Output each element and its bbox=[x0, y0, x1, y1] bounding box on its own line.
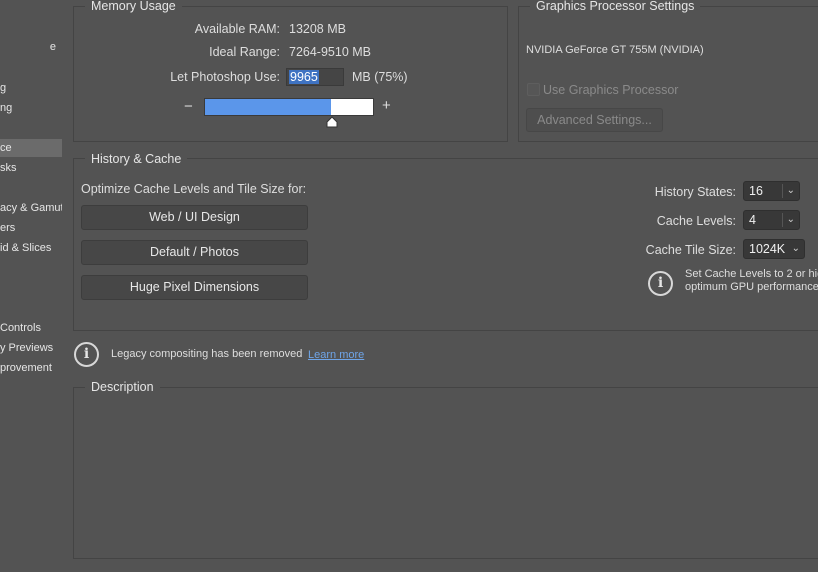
graphics-processor-title: Graphics Processor Settings bbox=[530, 0, 701, 13]
select-divider bbox=[782, 213, 783, 227]
ideal-range-value: 7264-9510 MB bbox=[289, 45, 372, 59]
sidebar-item-label: y Previews bbox=[0, 342, 54, 354]
use-gpu-label: Use Graphics Processor bbox=[543, 83, 679, 97]
ram-amount-input[interactable]: 9965 bbox=[286, 68, 344, 86]
cache-hint-line2: optimum GPU performance. bbox=[685, 281, 818, 293]
sidebar-item[interactable]: ers bbox=[0, 219, 62, 237]
learn-more-link[interactable]: Learn more bbox=[308, 349, 364, 361]
sidebar-item-label: Controls bbox=[0, 322, 41, 334]
cache-tile-size-select[interactable]: 1024K ⌄ bbox=[743, 239, 805, 259]
chevron-down-icon: ⌄ bbox=[791, 243, 800, 254]
sidebar-item-label: provement bbox=[0, 362, 52, 374]
history-cache-title: History & Cache bbox=[85, 152, 188, 166]
history-states-select[interactable]: 16 ⌄ bbox=[743, 181, 800, 201]
advanced-settings-button[interactable]: Advanced Settings... bbox=[526, 108, 663, 132]
sidebar-item-label: ng bbox=[0, 102, 13, 114]
description-panel bbox=[73, 387, 818, 559]
description-title: Description bbox=[85, 380, 160, 394]
chevron-down-icon: ⌄ bbox=[786, 214, 795, 225]
sidebar-item[interactable]: y Previews bbox=[0, 339, 62, 357]
info-icon: i bbox=[648, 271, 673, 296]
sidebar-item-performance[interactable]: ce bbox=[0, 139, 62, 157]
sidebar-item[interactable]: id & Slices bbox=[0, 239, 62, 257]
sidebar-item-label: sks bbox=[0, 162, 17, 174]
default-photos-button[interactable]: Default / Photos bbox=[81, 240, 308, 265]
sidebar-item[interactable]: g bbox=[0, 79, 62, 97]
sidebar-item-label: ce bbox=[0, 142, 12, 154]
sidebar-item[interactable]: sks bbox=[0, 159, 62, 177]
decrease-ram-button[interactable]: − bbox=[184, 98, 193, 115]
available-ram-label: Available RAM: bbox=[194, 22, 280, 36]
increase-ram-button[interactable]: + bbox=[382, 97, 391, 114]
sidebar-item[interactable]: provement bbox=[0, 359, 62, 377]
cache-levels-value: 4 bbox=[749, 213, 756, 227]
optimize-label: Optimize Cache Levels and Tile Size for: bbox=[81, 182, 307, 196]
available-ram-value: 13208 MB bbox=[289, 22, 346, 36]
legacy-compositing-message: Legacy compositing has been removed bbox=[111, 348, 303, 360]
history-states-label: History States: bbox=[654, 185, 736, 199]
memory-usage-title: Memory Usage bbox=[85, 0, 182, 13]
ram-slider[interactable] bbox=[204, 98, 374, 116]
history-states-value: 16 bbox=[749, 184, 763, 198]
ram-slider-fill bbox=[205, 99, 331, 115]
select-divider bbox=[782, 184, 783, 198]
info-icon: i bbox=[74, 342, 99, 367]
sidebar-item[interactable]: e bbox=[0, 38, 62, 56]
sidebar-item-label: g bbox=[0, 82, 7, 94]
cache-hint-line1: Set Cache Levels to 2 or hig bbox=[685, 268, 818, 280]
huge-pixel-dimensions-button[interactable]: Huge Pixel Dimensions bbox=[81, 275, 308, 300]
use-gpu-checkbox[interactable] bbox=[527, 83, 540, 96]
ideal-range-label: Ideal Range: bbox=[209, 45, 280, 59]
cache-tile-size-value: 1024K bbox=[749, 242, 786, 256]
gpu-name: NVIDIA GeForce GT 755M (NVIDIA) bbox=[526, 44, 704, 56]
chevron-down-icon: ⌄ bbox=[786, 185, 795, 196]
ram-percent-label: MB (75%) bbox=[352, 70, 408, 84]
preferences-sidebar: e g ng ce sks acy & Gamut ers id & Slice… bbox=[0, 0, 62, 572]
ram-amount-value: 9965 bbox=[289, 70, 319, 84]
sidebar-item[interactable]: ng bbox=[0, 99, 62, 117]
let-photoshop-use-label: Let Photoshop Use: bbox=[170, 70, 280, 84]
sidebar-item-label: e bbox=[49, 41, 56, 53]
sidebar-item[interactable]: acy & Gamut bbox=[0, 199, 62, 217]
cache-tile-size-label: Cache Tile Size: bbox=[645, 243, 736, 257]
sidebar-item-label: ers bbox=[0, 222, 16, 234]
cache-levels-label: Cache Levels: bbox=[656, 214, 736, 228]
sidebar-item-label: id & Slices bbox=[0, 242, 52, 254]
web-ui-design-button[interactable]: Web / UI Design bbox=[81, 205, 308, 230]
sidebar-item-label: acy & Gamut bbox=[0, 202, 62, 214]
ram-slider-thumb[interactable] bbox=[325, 116, 339, 128]
cache-levels-select[interactable]: 4 ⌄ bbox=[743, 210, 800, 230]
sidebar-item[interactable]: Controls bbox=[0, 319, 62, 337]
